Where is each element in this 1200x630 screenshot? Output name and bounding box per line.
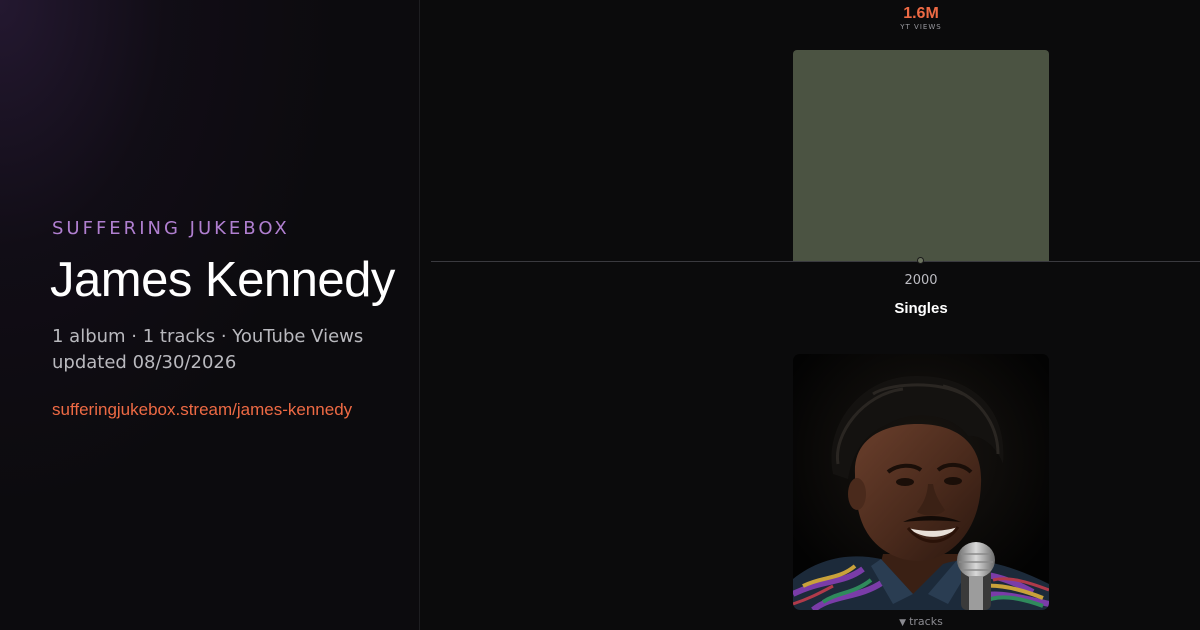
x-tick-label: 2000 [904, 273, 938, 288]
metric-label: YT VIEWS [900, 23, 942, 31]
artist-info-panel: SUFFERING JUKEBOX James Kennedy 1 album … [0, 0, 420, 630]
views-chart: 1.6M YT VIEWS 2000 Singles ▼ tracks [421, 0, 1200, 630]
site-brand: SUFFERING JUKEBOX [52, 218, 290, 239]
bar-2000[interactable] [793, 50, 1049, 261]
album-cover[interactable] [793, 354, 1049, 610]
tracks-toggle[interactable]: ▼ tracks [421, 615, 1200, 628]
bar-value-label: 1.6M [903, 5, 939, 22]
section-title: Singles [894, 300, 948, 317]
triangle-down-icon: ▼ [899, 618, 907, 628]
chart-baseline [431, 261, 1200, 262]
artist-summary: 1 album · 1 tracks · YouTube Views [52, 326, 364, 347]
bar-point-marker [917, 257, 924, 264]
artist-name: James Kennedy [50, 253, 395, 307]
artist-page-link[interactable]: sufferingjukebox.stream/james-kennedy [52, 400, 352, 420]
tracks-toggle-label: tracks [909, 615, 943, 628]
updated-date: updated 08/30/2026 [52, 352, 237, 373]
album-cover-image [793, 354, 1049, 610]
